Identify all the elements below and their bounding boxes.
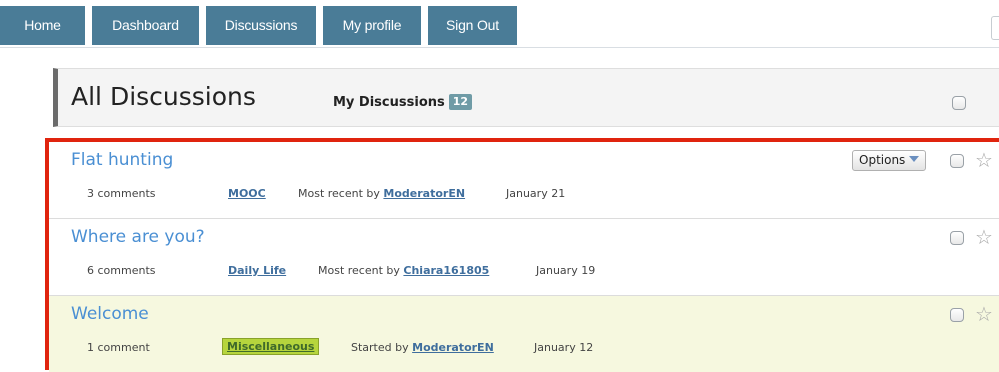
activity-prefix: Started by — [351, 341, 409, 354]
comment-count: 1 comment — [87, 341, 150, 354]
star-outline-icon[interactable]: ☆ — [975, 150, 993, 170]
discussion-checkbox[interactable] — [950, 308, 964, 322]
comment-count: 3 comments — [87, 187, 156, 200]
discussion-date: January 19 — [536, 264, 596, 277]
discussion-checkbox[interactable] — [950, 154, 964, 168]
nav-tab-sign-out[interactable]: Sign Out — [428, 6, 517, 45]
comment-count: 6 comments — [87, 264, 156, 277]
nav-tab-home[interactable]: Home — [0, 6, 85, 45]
discussion-title-link[interactable]: Where are you? — [71, 227, 205, 247]
discussion-row: Flat hunting 3 comments MOOC Most recent… — [49, 142, 999, 219]
discussion-row: Where are you? 6 comments Daily Life Mos… — [49, 219, 999, 296]
caret-down-icon — [909, 156, 920, 162]
discussion-title-link[interactable]: Welcome — [71, 304, 149, 324]
select-all-checkbox[interactable] — [952, 96, 966, 110]
discussions-header: All Discussions My Discussions 12 — [53, 68, 999, 127]
discussion-date: January 21 — [506, 187, 566, 200]
top-nav: Home Dashboard Discussions My profile Si… — [0, 0, 999, 48]
tab-my-discussions[interactable]: My Discussions 12 — [333, 94, 473, 110]
options-button[interactable]: Options — [852, 150, 927, 171]
search-box-edge[interactable] — [991, 16, 999, 40]
category-link[interactable]: Daily Life — [228, 264, 286, 277]
count-badge: 12 — [448, 94, 473, 110]
user-link[interactable]: ModeratorEN — [412, 341, 494, 354]
discussion-title-link[interactable]: Flat hunting — [71, 150, 173, 170]
activity-info: Most recent by ModeratorEN — [298, 187, 465, 200]
discussion-row: Welcome 1 comment Miscellaneous Started … — [49, 296, 999, 372]
discussion-date: January 12 — [534, 341, 594, 354]
discussion-list: Flat hunting 3 comments MOOC Most recent… — [45, 138, 999, 372]
activity-prefix: Most recent by — [318, 264, 400, 277]
page-title: All Discussions — [71, 82, 256, 111]
nav-tab-dashboard[interactable]: Dashboard — [92, 6, 199, 45]
category-link[interactable]: Miscellaneous — [222, 338, 320, 355]
user-link[interactable]: Chiara161805 — [403, 264, 489, 277]
tab-my-discussions-label: My Discussions — [333, 95, 445, 110]
activity-info: Most recent by Chiara161805 — [318, 264, 489, 277]
star-outline-icon[interactable]: ☆ — [975, 304, 993, 324]
activity-info: Started by ModeratorEN — [351, 341, 494, 354]
discussion-checkbox[interactable] — [950, 231, 964, 245]
user-link[interactable]: ModeratorEN — [383, 187, 465, 200]
activity-prefix: Most recent by — [298, 187, 380, 200]
star-outline-icon[interactable]: ☆ — [975, 227, 993, 247]
category-link[interactable]: MOOC — [228, 187, 266, 200]
nav-tab-discussions[interactable]: Discussions — [206, 6, 316, 45]
nav-tab-my-profile[interactable]: My profile — [323, 6, 421, 45]
options-label: Options — [859, 153, 906, 167]
